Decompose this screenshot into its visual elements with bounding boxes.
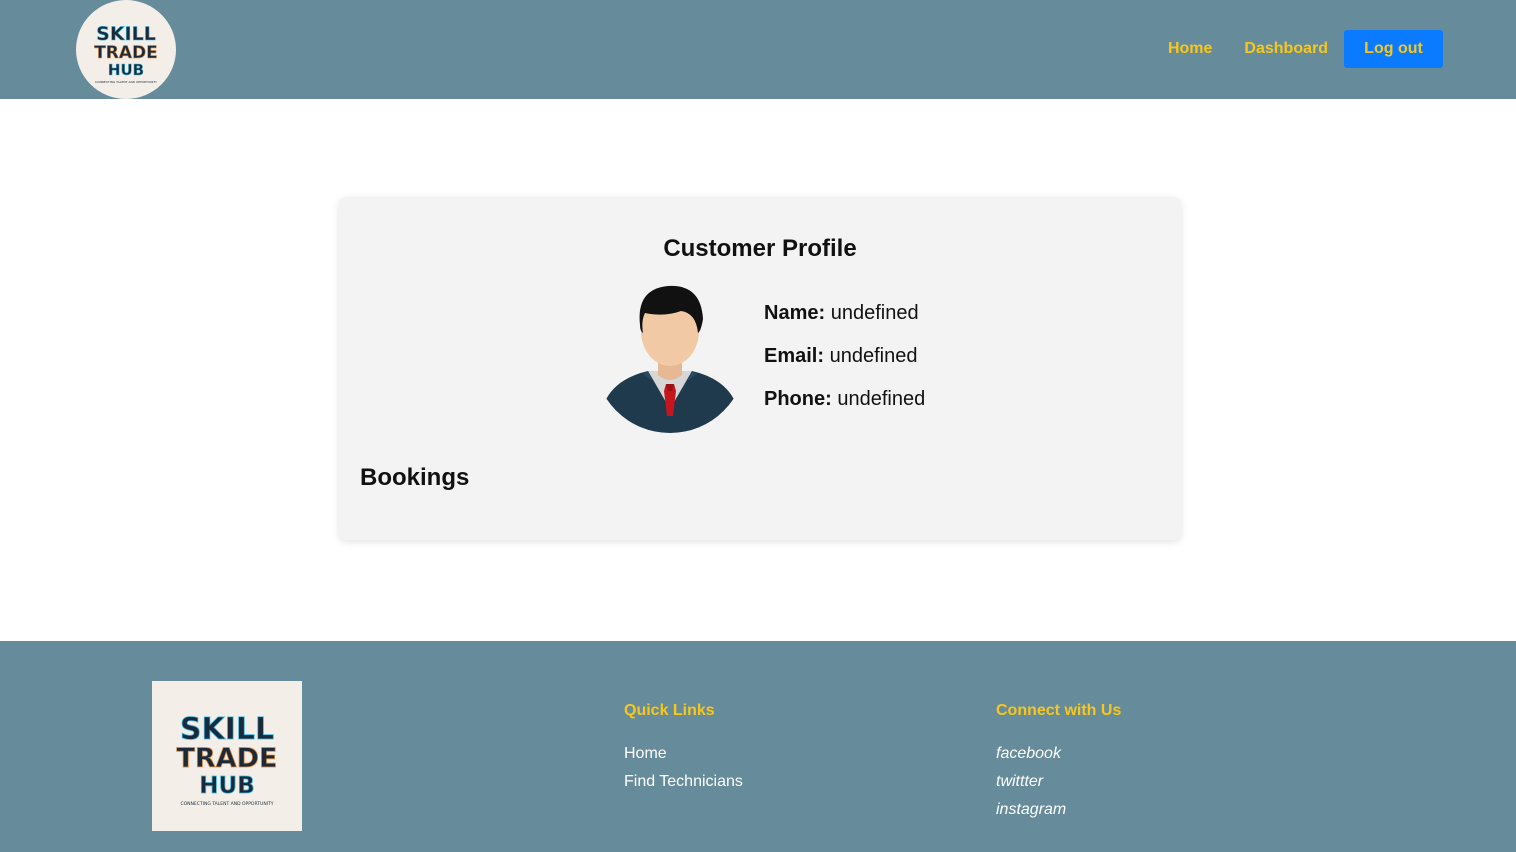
connect-title: Connect with Us xyxy=(996,702,1122,719)
main-nav: Home Dashboard Log out xyxy=(1168,30,1443,68)
email-value: undefined xyxy=(829,345,918,367)
logout-button[interactable]: Log out xyxy=(1344,30,1443,68)
bookings-heading: Bookings xyxy=(360,464,470,491)
nav-dashboard-link[interactable]: Dashboard xyxy=(1244,30,1328,68)
profile-title: Customer Profile xyxy=(663,235,857,262)
footer-logo-tagline: CONNECTING TALENT AND OPPORTUNITY xyxy=(180,801,273,807)
phone-label: Phone: xyxy=(764,388,832,410)
email-label: Email: xyxy=(764,345,825,367)
logo-tagline: CONNECTING TALENT AND OPPORTUNITY xyxy=(95,80,157,84)
name-label: Name: xyxy=(764,302,826,324)
footer-logo-text-skill: SKILL xyxy=(180,712,274,747)
quick-links-column: Quick Links Home Find Technicians xyxy=(624,702,743,796)
connect-column: Connect with Us facebook twittter instag… xyxy=(996,702,1121,824)
header-bar: SKILL TRADE HUB CONNECTING TALENT AND OP… xyxy=(0,0,1516,99)
footer: SKILL TRADE HUB CONNECTING TALENT AND OP… xyxy=(0,641,1516,852)
footer-link-twitter[interactable]: twittter xyxy=(996,768,1121,796)
nav-home-link[interactable]: Home xyxy=(1168,30,1212,68)
profile-email-row: Email: undefined xyxy=(764,344,925,387)
profile-name-row: Name: undefined xyxy=(764,301,925,344)
footer-link-find-technicians[interactable]: Find Technicians xyxy=(624,768,743,796)
logo-text-skill: SKILL xyxy=(96,23,156,45)
phone-value: undefined xyxy=(837,388,926,410)
footer-link-facebook[interactable]: facebook xyxy=(996,740,1121,768)
footer-link-instagram[interactable]: instagram xyxy=(996,796,1121,824)
quick-links-title: Quick Links xyxy=(624,702,715,719)
user-avatar-icon xyxy=(603,281,737,433)
footer-link-home[interactable]: Home xyxy=(624,740,743,768)
logo-text-trade: TRADE xyxy=(94,43,158,63)
name-value: undefined xyxy=(830,302,919,324)
profile-card: Customer Profile Name: undefined Email: … xyxy=(339,197,1181,540)
site-logo[interactable]: SKILL TRADE HUB CONNECTING TALENT AND OP… xyxy=(76,0,176,99)
footer-logo-text-trade: TRADE xyxy=(177,743,278,774)
profile-info: Name: undefined Email: undefined Phone: … xyxy=(764,301,925,430)
profile-phone-row: Phone: undefined xyxy=(764,387,925,430)
footer-logo: SKILL TRADE HUB CONNECTING TALENT AND OP… xyxy=(152,681,302,831)
footer-logo-text-hub: HUB xyxy=(199,773,254,799)
logo-text-hub: HUB xyxy=(108,61,144,79)
